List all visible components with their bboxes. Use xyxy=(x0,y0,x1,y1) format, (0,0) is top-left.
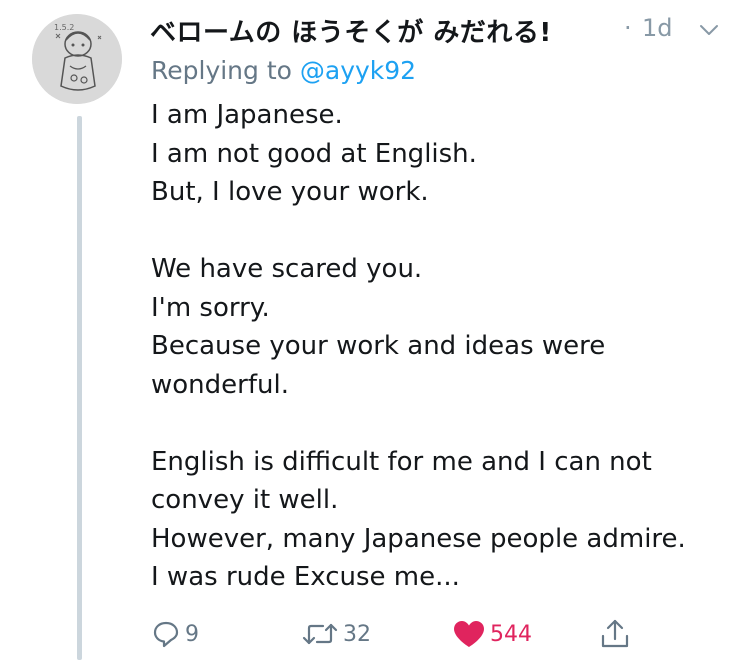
display-name[interactable]: ベロームの ほうそくが みだれる! xyxy=(150,12,552,49)
replying-to-label: Replying to xyxy=(151,56,300,85)
tweet-text: I am Japanese. I am not good at English. B… xyxy=(151,96,736,597)
reply-count: 9 xyxy=(185,621,199,647)
tweet-text-line: We have scared you. xyxy=(151,254,423,284)
reply-button[interactable]: 9 xyxy=(151,614,199,654)
chevron-down-icon[interactable] xyxy=(698,22,720,38)
thread-connector-line xyxy=(77,116,82,660)
reply-icon xyxy=(153,621,179,648)
tweet-text-line: convey it well. xyxy=(151,485,339,515)
tweet-text-line: Because your work and ideas were xyxy=(151,331,606,361)
tweet-text-line: But, I love your work. xyxy=(151,177,429,207)
retweet-count: 32 xyxy=(343,621,371,647)
retweet-button[interactable]: 32 xyxy=(301,614,371,654)
retweet-icon xyxy=(302,623,338,645)
avatar[interactable]: 1.5.2 xyxy=(32,14,122,104)
share-icon xyxy=(601,619,629,648)
tweet-text-line: wonderful. xyxy=(151,369,289,400)
paragraph-break xyxy=(151,404,736,443)
tweet-text-line: I'm sorry. xyxy=(151,292,270,323)
tweet-timestamp[interactable]: 1d xyxy=(642,14,673,42)
svg-text:1.5.2: 1.5.2 xyxy=(54,23,74,32)
tweet-text-line: English is difficult for me and I can no… xyxy=(151,446,652,477)
tweet-text-line: I am Japanese. xyxy=(151,100,343,130)
tweet-header: ベロームの ほうそくが みだれる! · 1d xyxy=(150,12,730,52)
tweet-text-line: I was rude Excuse me... xyxy=(151,562,460,592)
replying-to: Replying to @ayyk92 xyxy=(151,56,416,85)
tweet-text-line: I am not good at English. xyxy=(151,138,477,169)
like-button[interactable]: 544 xyxy=(452,614,532,654)
reply-handle-link[interactable]: @ayyk92 xyxy=(300,56,416,85)
tweet-actions: 9 32 544 xyxy=(151,614,651,654)
heart-icon xyxy=(454,621,484,647)
avatar-drawing: 1.5.2 xyxy=(32,14,122,104)
share-button[interactable] xyxy=(599,614,631,654)
paragraph-break xyxy=(151,212,736,251)
like-count: 544 xyxy=(490,621,532,647)
time-separator: · xyxy=(624,14,632,42)
tweet-text-line: However, many Japanese people admire. xyxy=(151,523,686,554)
